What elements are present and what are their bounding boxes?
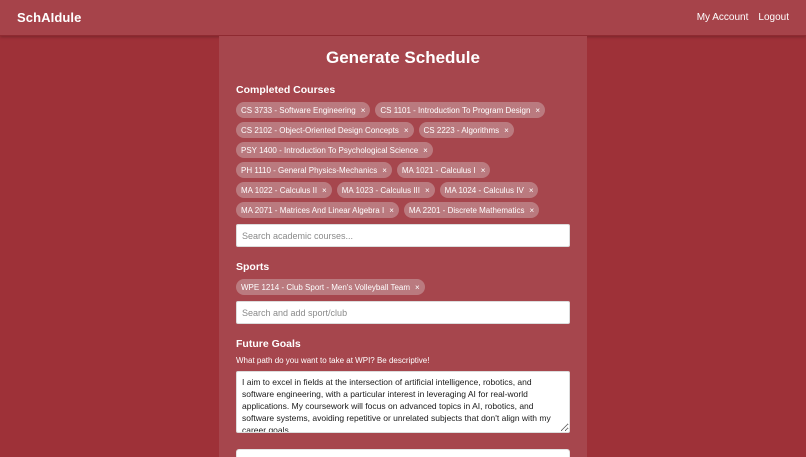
- future-goals-heading: Future Goals: [236, 338, 301, 350]
- close-icon[interactable]: ×: [322, 186, 327, 195]
- close-icon[interactable]: ×: [389, 206, 394, 215]
- course-search-input[interactable]: [236, 224, 570, 247]
- selected-chip: CS 1101 - Introduction To Program Design…: [375, 102, 546, 118]
- close-icon[interactable]: ×: [361, 106, 366, 115]
- close-icon[interactable]: ×: [529, 206, 534, 215]
- sport-search-input[interactable]: [236, 301, 570, 324]
- chip-label: CS 2102 - Object-Oriented Design Concept…: [241, 125, 399, 135]
- schedule-form-panel: Generate Schedule Completed Courses CS 3…: [219, 36, 587, 457]
- selected-chip: CS 3733 - Software Engineering ×: [236, 102, 371, 118]
- chip-label: CS 3733 - Software Engineering: [241, 105, 356, 115]
- close-icon[interactable]: ×: [504, 126, 509, 135]
- page-title: Generate Schedule: [325, 48, 480, 67]
- generate-schedule-button[interactable]: Generate Schedule: [236, 449, 570, 457]
- chip-label: CS 2223 - Algorithms: [423, 125, 500, 135]
- chip-label: MA 2201 - Discrete Mathematics: [408, 205, 525, 215]
- completed-courses-chip-list: CS 3733 - Software Engineering × CS 1101 -…: [236, 102, 570, 218]
- chip-label: CS 1101 - Introduction To Program Design: [380, 105, 531, 115]
- top-navbar: SchAIdule My Account Logout: [0, 0, 806, 36]
- close-icon[interactable]: ×: [423, 146, 428, 155]
- chip-label: PSY 1400 - Introduction To Psychological…: [241, 145, 419, 155]
- close-icon[interactable]: ×: [415, 283, 420, 292]
- sports-heading: Sports: [236, 261, 270, 273]
- my-account-link[interactable]: My Account: [697, 12, 749, 23]
- chip-label: PH 1110 - General Physics-Mechanics: [241, 165, 378, 175]
- close-icon[interactable]: ×: [382, 166, 387, 175]
- selected-chip: MA 2201 - Discrete Mathematics ×: [403, 202, 540, 218]
- selected-chip: MA 2071 - Matrices And Linear Algebra I ×: [236, 202, 399, 218]
- selected-chip: PSY 1400 - Introduction To Psychological…: [236, 142, 433, 158]
- close-icon[interactable]: ×: [535, 106, 540, 115]
- chip-label: MA 1021 - Calculus I: [401, 165, 476, 175]
- chip-label: MA 1023 - Calculus III: [341, 185, 420, 195]
- top-nav-links: My Account Logout: [697, 12, 789, 23]
- chip-label: MA 1022 - Calculus II: [241, 185, 318, 195]
- chip-label: MA 1024 - Calculus IV: [444, 185, 524, 195]
- close-icon[interactable]: ×: [425, 186, 430, 195]
- selected-chip: MA 1021 - Calculus I ×: [396, 162, 491, 178]
- selected-chip: WPE 1214 - Club Sport - Men's Volleyball…: [236, 279, 425, 295]
- completed-courses-heading: Completed Courses: [236, 84, 336, 96]
- brand-logo-text[interactable]: SchAIdule: [17, 10, 81, 25]
- close-icon[interactable]: ×: [404, 126, 409, 135]
- future-goals-textarea[interactable]: I aim to excel in fields at the intersec…: [236, 371, 570, 433]
- selected-chip: MA 1024 - Calculus IV ×: [439, 182, 539, 198]
- close-icon[interactable]: ×: [529, 186, 534, 195]
- chip-label: WPE 1214 - Club Sport - Men's Volleyball…: [241, 282, 411, 292]
- selected-chip: MA 1023 - Calculus III ×: [336, 182, 435, 198]
- selected-chip: MA 1022 - Calculus II ×: [236, 182, 332, 198]
- logout-link[interactable]: Logout: [758, 12, 789, 23]
- close-icon[interactable]: ×: [481, 166, 486, 175]
- selected-chip: CS 2223 - Algorithms ×: [418, 122, 514, 138]
- chip-label: MA 2071 - Matrices And Linear Algebra I: [241, 205, 385, 215]
- sports-chip-list: WPE 1214 - Club Sport - Men's Volleyball…: [236, 279, 570, 295]
- future-goals-hint: What path do you want to take at WPI? Be…: [236, 356, 430, 365]
- selected-chip: PH 1110 - General Physics-Mechanics ×: [236, 162, 392, 178]
- selected-chip: CS 2102 - Object-Oriented Design Concept…: [236, 122, 414, 138]
